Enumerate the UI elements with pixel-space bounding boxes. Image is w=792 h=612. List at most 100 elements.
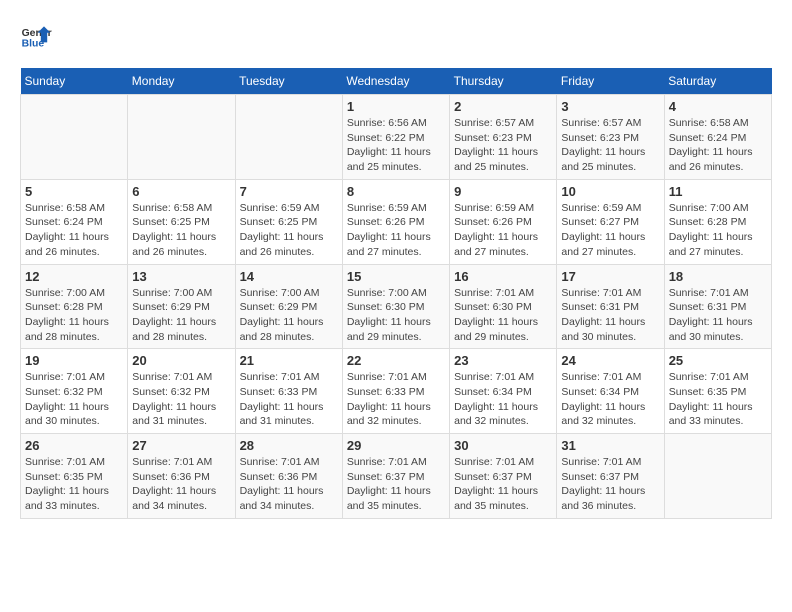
calendar-cell: 5 Sunrise: 6:58 AM Sunset: 6:24 PM Daylig… (21, 179, 128, 264)
day-number: 16 (454, 269, 552, 284)
calendar-cell (664, 434, 771, 519)
day-info: Sunrise: 7:00 AM Sunset: 6:29 PM Dayligh… (132, 286, 230, 345)
calendar-body: 1Sunrise: 6:56 AM Sunset: 6:22 PM Daylig… (21, 95, 772, 519)
day-number: 5 (25, 184, 123, 199)
day-number: 22 (347, 353, 445, 368)
day-info: Sunrise: 6:59 AM Sunset: 6:26 PM Dayligh… (454, 201, 552, 260)
calendar-cell: 15 Sunrise: 7:00 AM Sunset: 6:30 PM Dayli… (342, 264, 449, 349)
day-number: 13 (132, 269, 230, 284)
calendar-week-row: 19 Sunrise: 7:01 AM Sunset: 6:32 PM Dayli… (21, 349, 772, 434)
calendar-cell: 29 Sunrise: 7:01 AM Sunset: 6:37 PM Dayli… (342, 434, 449, 519)
day-info: Sunrise: 6:58 AM Sunset: 6:24 PM Dayligh… (669, 116, 767, 175)
day-number: 14 (240, 269, 338, 284)
day-info: Sunrise: 6:56 AM Sunset: 6:22 PM Dayligh… (347, 116, 445, 175)
calendar-week-row: 5 Sunrise: 6:58 AM Sunset: 6:24 PM Daylig… (21, 179, 772, 264)
calendar-cell (21, 95, 128, 180)
day-number: 6 (132, 184, 230, 199)
day-info: Sunrise: 7:01 AM Sunset: 6:35 PM Dayligh… (25, 455, 123, 514)
day-number: 8 (347, 184, 445, 199)
day-info: Sunrise: 7:01 AM Sunset: 6:31 PM Dayligh… (669, 286, 767, 345)
day-number: 24 (561, 353, 659, 368)
calendar-cell: 30Sunrise: 7:01 AM Sunset: 6:37 PM Dayli… (450, 434, 557, 519)
calendar-cell: 7 Sunrise: 6:59 AM Sunset: 6:25 PM Daylig… (235, 179, 342, 264)
calendar-cell: 9 Sunrise: 6:59 AM Sunset: 6:26 PM Daylig… (450, 179, 557, 264)
calendar-cell: 14 Sunrise: 7:00 AM Sunset: 6:29 PM Dayli… (235, 264, 342, 349)
svg-text:General: General (22, 28, 52, 39)
calendar-header-cell: Tuesday (235, 68, 342, 95)
logo-icon: General Blue (20, 20, 52, 52)
day-number: 19 (25, 353, 123, 368)
day-number: 31 (561, 438, 659, 453)
day-info: Sunrise: 7:00 AM Sunset: 6:28 PM Dayligh… (25, 286, 123, 345)
day-info: Sunrise: 7:01 AM Sunset: 6:31 PM Dayligh… (561, 286, 659, 345)
day-number: 2 (454, 99, 552, 114)
calendar-week-row: 26 Sunrise: 7:01 AM Sunset: 6:35 PM Dayli… (21, 434, 772, 519)
calendar-cell: 10 Sunrise: 6:59 AM Sunset: 6:27 PM Dayli… (557, 179, 664, 264)
day-number: 26 (25, 438, 123, 453)
calendar-cell: 27 Sunrise: 7:01 AM Sunset: 6:36 PM Dayli… (128, 434, 235, 519)
day-number: 28 (240, 438, 338, 453)
calendar-cell: 3Sunrise: 6:57 AM Sunset: 6:23 PM Daylig… (557, 95, 664, 180)
day-info: Sunrise: 7:01 AM Sunset: 6:34 PM Dayligh… (454, 370, 552, 429)
day-number: 27 (132, 438, 230, 453)
calendar-cell: 24 Sunrise: 7:01 AM Sunset: 6:34 PM Dayli… (557, 349, 664, 434)
calendar-cell: 8Sunrise: 6:59 AM Sunset: 6:26 PM Daylig… (342, 179, 449, 264)
calendar-cell: 22 Sunrise: 7:01 AM Sunset: 6:33 PM Dayli… (342, 349, 449, 434)
day-number: 20 (132, 353, 230, 368)
day-number: 23 (454, 353, 552, 368)
calendar-cell: 17Sunrise: 7:01 AM Sunset: 6:31 PM Dayli… (557, 264, 664, 349)
calendar-cell: 26 Sunrise: 7:01 AM Sunset: 6:35 PM Dayli… (21, 434, 128, 519)
day-info: Sunrise: 7:01 AM Sunset: 6:33 PM Dayligh… (347, 370, 445, 429)
calendar-week-row: 1Sunrise: 6:56 AM Sunset: 6:22 PM Daylig… (21, 95, 772, 180)
calendar-header-cell: Wednesday (342, 68, 449, 95)
day-number: 15 (347, 269, 445, 284)
calendar-cell: 13 Sunrise: 7:00 AM Sunset: 6:29 PM Dayli… (128, 264, 235, 349)
day-info: Sunrise: 7:01 AM Sunset: 6:36 PM Dayligh… (240, 455, 338, 514)
calendar-cell: 12 Sunrise: 7:00 AM Sunset: 6:28 PM Dayli… (21, 264, 128, 349)
calendar-cell: 28 Sunrise: 7:01 AM Sunset: 6:36 PM Dayli… (235, 434, 342, 519)
day-info: Sunrise: 7:00 AM Sunset: 6:30 PM Dayligh… (347, 286, 445, 345)
day-info: Sunrise: 7:01 AM Sunset: 6:34 PM Dayligh… (561, 370, 659, 429)
calendar-cell: 31Sunrise: 7:01 AM Sunset: 6:37 PM Dayli… (557, 434, 664, 519)
calendar-table: SundayMondayTuesdayWednesdayThursdayFrid… (20, 68, 772, 519)
day-info: Sunrise: 6:57 AM Sunset: 6:23 PM Dayligh… (454, 116, 552, 175)
day-info: Sunrise: 7:01 AM Sunset: 6:36 PM Dayligh… (132, 455, 230, 514)
calendar-cell: 2 Sunrise: 6:57 AM Sunset: 6:23 PM Daylig… (450, 95, 557, 180)
day-info: Sunrise: 6:59 AM Sunset: 6:27 PM Dayligh… (561, 201, 659, 260)
calendar-cell: 1Sunrise: 6:56 AM Sunset: 6:22 PM Daylig… (342, 95, 449, 180)
day-number: 3 (561, 99, 659, 114)
day-info: Sunrise: 6:58 AM Sunset: 6:24 PM Dayligh… (25, 201, 123, 260)
day-info: Sunrise: 7:01 AM Sunset: 6:37 PM Dayligh… (347, 455, 445, 514)
day-info: Sunrise: 7:01 AM Sunset: 6:35 PM Dayligh… (669, 370, 767, 429)
day-info: Sunrise: 6:59 AM Sunset: 6:25 PM Dayligh… (240, 201, 338, 260)
calendar-cell: 20 Sunrise: 7:01 AM Sunset: 6:32 PM Dayli… (128, 349, 235, 434)
calendar-cell: 21Sunrise: 7:01 AM Sunset: 6:33 PM Dayli… (235, 349, 342, 434)
calendar-cell: 25Sunrise: 7:01 AM Sunset: 6:35 PM Dayli… (664, 349, 771, 434)
day-number: 10 (561, 184, 659, 199)
day-number: 12 (25, 269, 123, 284)
day-number: 11 (669, 184, 767, 199)
day-number: 21 (240, 353, 338, 368)
calendar-header-cell: Sunday (21, 68, 128, 95)
day-number: 4 (669, 99, 767, 114)
calendar-header-row: SundayMondayTuesdayWednesdayThursdayFrid… (21, 68, 772, 95)
day-info: Sunrise: 7:00 AM Sunset: 6:29 PM Dayligh… (240, 286, 338, 345)
day-info: Sunrise: 7:01 AM Sunset: 6:30 PM Dayligh… (454, 286, 552, 345)
day-info: Sunrise: 7:01 AM Sunset: 6:32 PM Dayligh… (132, 370, 230, 429)
calendar-cell: 6 Sunrise: 6:58 AM Sunset: 6:25 PM Daylig… (128, 179, 235, 264)
calendar-header-cell: Saturday (664, 68, 771, 95)
day-number: 29 (347, 438, 445, 453)
calendar-header-cell: Friday (557, 68, 664, 95)
calendar-week-row: 12 Sunrise: 7:00 AM Sunset: 6:28 PM Dayli… (21, 264, 772, 349)
calendar-cell: 11 Sunrise: 7:00 AM Sunset: 6:28 PM Dayli… (664, 179, 771, 264)
day-info: Sunrise: 7:00 AM Sunset: 6:28 PM Dayligh… (669, 201, 767, 260)
calendar-cell: 4 Sunrise: 6:58 AM Sunset: 6:24 PM Daylig… (664, 95, 771, 180)
day-number: 9 (454, 184, 552, 199)
calendar-cell: 23 Sunrise: 7:01 AM Sunset: 6:34 PM Dayli… (450, 349, 557, 434)
calendar-cell (128, 95, 235, 180)
page-header: General Blue (20, 20, 772, 52)
calendar-cell: 16 Sunrise: 7:01 AM Sunset: 6:30 PM Dayli… (450, 264, 557, 349)
day-number: 30 (454, 438, 552, 453)
day-number: 7 (240, 184, 338, 199)
day-info: Sunrise: 6:58 AM Sunset: 6:25 PM Dayligh… (132, 201, 230, 260)
